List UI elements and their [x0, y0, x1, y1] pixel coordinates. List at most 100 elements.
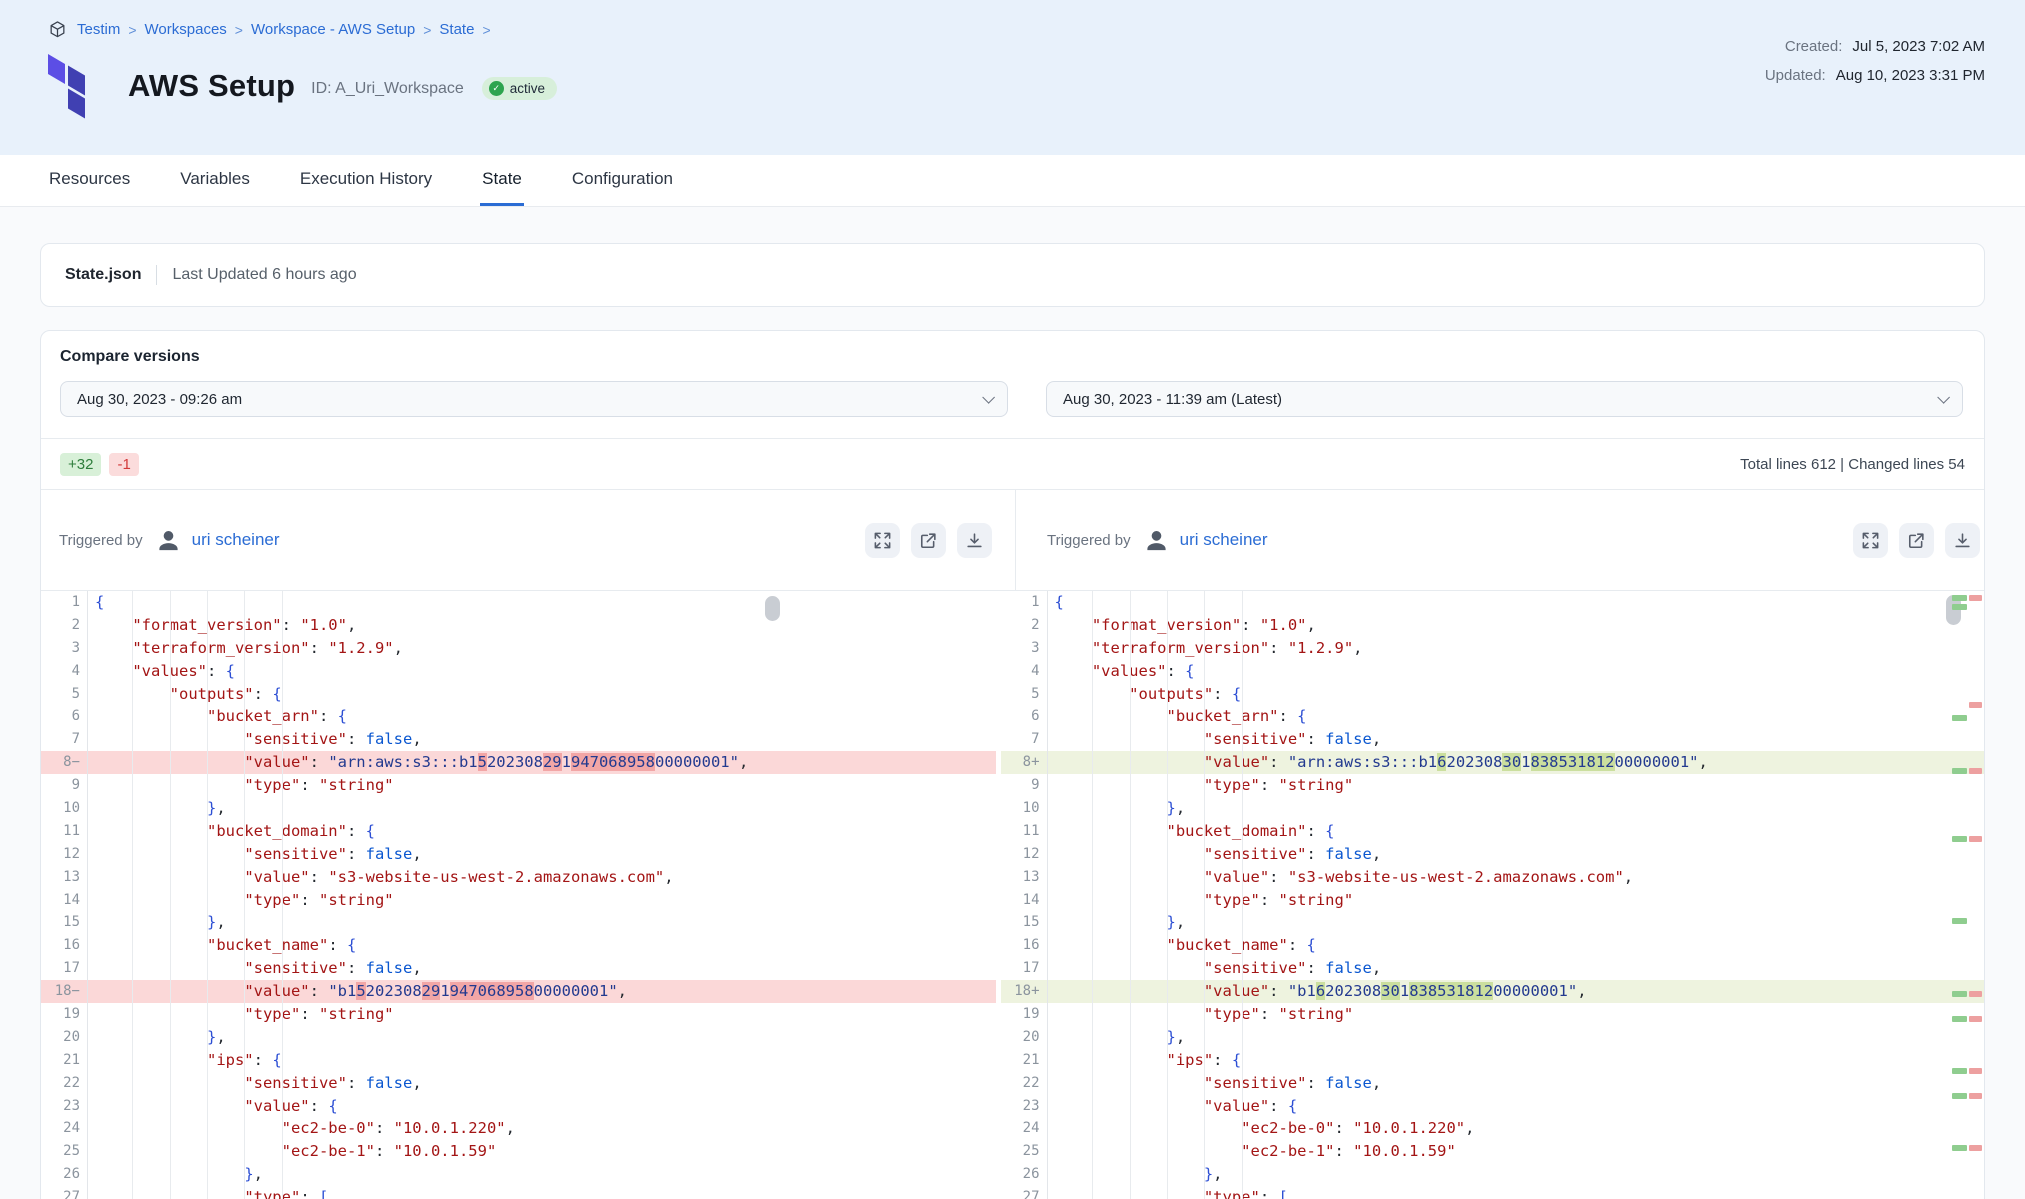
page-header: Testim>Workspaces>Workspace - AWS Setup>…: [0, 0, 2025, 155]
gutter-border: [87, 591, 88, 1199]
expand-fullscreen-button[interactable]: [865, 523, 900, 558]
line-number: 13: [1001, 866, 1047, 889]
tab-execution-history[interactable]: Execution History: [298, 155, 434, 206]
panel-headers: Triggered by uri scheiner: [41, 490, 1984, 590]
code-text: },: [1047, 1026, 1186, 1049]
deleted-line-marker: [781, 980, 996, 1003]
code-line: 27 "type": [: [41, 1186, 781, 1199]
chevron-down-icon: [1937, 391, 1950, 404]
line-number: 25: [41, 1140, 87, 1163]
download-button[interactable]: [957, 523, 992, 558]
open-external-button[interactable]: [1899, 523, 1934, 558]
code-text: "outputs": {: [87, 683, 282, 706]
line-number: 19: [1001, 1003, 1047, 1026]
code-text: "sensitive": false,: [87, 1072, 422, 1095]
open-external-button[interactable]: [911, 523, 946, 558]
triggered-by-user-link[interactable]: uri scheiner: [1180, 530, 1268, 550]
breadcrumb-separator-icon: >: [423, 22, 431, 38]
line-number: 13: [41, 866, 87, 889]
code-text: "value": "arn:aws:s3:::b1620230830183853…: [1047, 751, 1708, 774]
diff-gutter: [781, 591, 1001, 1199]
code-line: 11 "bucket_domain": {: [41, 820, 781, 843]
code-line: 15 },: [1001, 911, 1984, 934]
code-line: 7 "sensitive": false,: [41, 728, 781, 751]
code-text: },: [1047, 911, 1186, 934]
line-number: 22: [41, 1072, 87, 1095]
tab-resources[interactable]: Resources: [47, 155, 132, 206]
line-number: 24: [41, 1117, 87, 1140]
check-circle-icon: ✓: [489, 81, 504, 96]
code-text: "value": "b1620230830183853181200000001"…: [1047, 980, 1587, 1003]
line-number: 11: [1001, 820, 1047, 843]
line-number: 2: [41, 614, 87, 637]
triggered-by-user-link[interactable]: uri scheiner: [192, 530, 280, 550]
tab-variables[interactable]: Variables: [178, 155, 252, 206]
divider: [1015, 490, 1016, 590]
compare-versions-card: Compare versions Aug 30, 2023 - 09:26 am…: [40, 330, 1985, 1199]
line-number: 8−: [41, 751, 87, 774]
line-number: 4: [1001, 660, 1047, 683]
old-version-editor[interactable]: 1{2 "format_version": "1.0",3 "terraform…: [41, 591, 781, 1199]
code-line: 4 "values": {: [41, 660, 781, 683]
code-line: 22 "sensitive": false,: [1001, 1072, 1984, 1095]
code-line: 6 "bucket_arn": {: [1001, 705, 1984, 728]
breadcrumb-link[interactable]: Workspaces: [145, 21, 227, 38]
deletions-badge: -1: [109, 453, 138, 476]
diff-overview-ruler[interactable]: [1944, 591, 1984, 1199]
left-panel-header: Triggered by uri scheiner: [59, 490, 992, 590]
line-number: 10: [1001, 797, 1047, 820]
tab-configuration[interactable]: Configuration: [570, 155, 675, 206]
code-line: 5 "outputs": {: [41, 683, 781, 706]
external-link-icon: [1907, 531, 1926, 550]
code-line: 22 "sensitive": false,: [41, 1072, 781, 1095]
code-text: {: [1047, 591, 1064, 614]
ruler-deleted-mark: [1969, 991, 1982, 997]
code-line: 19 "type": "string": [41, 1003, 781, 1026]
line-number: 5: [41, 683, 87, 706]
line-number: 9: [41, 774, 87, 797]
workspace-id: ID: A_Uri_Workspace: [311, 80, 464, 98]
code-text: },: [87, 911, 226, 934]
line-number: 26: [41, 1163, 87, 1186]
code-line: 8− "value": "arn:aws:s3:::b1520230829194…: [41, 751, 781, 774]
ruler-added-mark: [1952, 1068, 1967, 1074]
breadcrumb-link[interactable]: Workspace - AWS Setup: [251, 21, 415, 38]
breadcrumb-link[interactable]: State: [439, 21, 474, 38]
line-number: 18−: [41, 980, 87, 1003]
code-text: {: [87, 591, 104, 614]
line-number: 8+: [1001, 751, 1047, 774]
additions-badge: +32: [60, 453, 101, 476]
line-number: 27: [1001, 1186, 1047, 1199]
line-number: 17: [1001, 957, 1047, 980]
compare-versions-title: Compare versions: [60, 348, 1965, 366]
line-number: 24: [1001, 1117, 1047, 1140]
gutter-border: [1047, 591, 1048, 1199]
created-value: Jul 5, 2023 7:02 AM: [1852, 38, 1985, 55]
ruler-deleted-mark: [1969, 595, 1982, 601]
code-line: 9 "type": "string": [1001, 774, 1984, 797]
breadcrumb-link[interactable]: Testim: [77, 21, 120, 38]
scrollbar-thumb[interactable]: [765, 596, 780, 621]
workspace-meta: Created: Jul 5, 2023 7:02 AM Updated: Au…: [1765, 38, 1985, 96]
ruler-added-mark: [1952, 595, 1967, 601]
right-version-select[interactable]: Aug 30, 2023 - 11:39 am (Latest): [1046, 381, 1963, 417]
code-line: 17 "sensitive": false,: [41, 957, 781, 980]
code-text: "value": "s3-website-us-west-2.amazonaws…: [1047, 866, 1634, 889]
line-number: 10: [41, 797, 87, 820]
download-button[interactable]: [1945, 523, 1980, 558]
code-text: "ips": {: [87, 1049, 282, 1072]
code-line: 18− "value": "b1520230829194706895800000…: [41, 980, 781, 1003]
ruler-deleted-mark: [1969, 1093, 1982, 1099]
new-version-editor[interactable]: 1{2 "format_version": "1.0",3 "terraform…: [1001, 591, 1984, 1199]
code-text: "sensitive": false,: [1047, 843, 1382, 866]
code-line: 27 "type": [: [1001, 1186, 1984, 1199]
expand-fullscreen-button[interactable]: [1853, 523, 1888, 558]
tab-state[interactable]: State: [480, 155, 524, 206]
state-file-card: State.json Last Updated 6 hours ago: [40, 243, 1985, 307]
tab-bar: Resources Variables Execution History State…: [0, 155, 2025, 207]
code-line: 21 "ips": {: [1001, 1049, 1984, 1072]
updated-value: Aug 10, 2023 3:31 PM: [1836, 67, 1985, 84]
ruler-deleted-mark: [1969, 768, 1982, 774]
left-version-select[interactable]: Aug 30, 2023 - 09:26 am: [60, 381, 1008, 417]
breadcrumb-separator-icon: >: [128, 22, 136, 38]
